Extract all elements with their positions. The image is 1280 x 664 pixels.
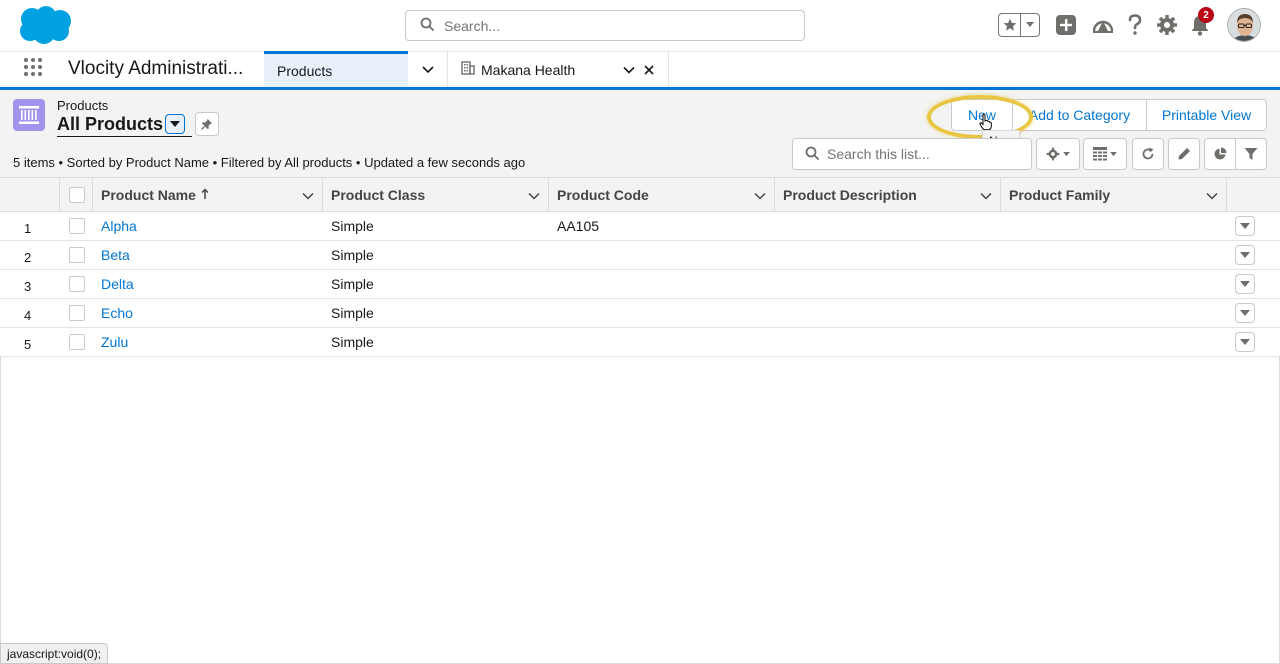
row-action-chevron-down-icon[interactable] [1235, 216, 1255, 236]
column-header-product-name[interactable]: Product Name [93, 178, 323, 212]
table-row[interactable]: 2 Beta Simple [0, 241, 1280, 270]
row-checkbox[interactable] [69, 218, 85, 234]
column-header-product-class[interactable]: Product Class [323, 178, 549, 212]
list-view-title-underline [57, 136, 192, 137]
chevron-down-icon[interactable] [302, 189, 314, 205]
row-action-chevron-down-icon[interactable] [1235, 332, 1255, 352]
product-object-icon [13, 99, 45, 131]
product-class-cell: Simple [331, 276, 374, 292]
favorites-button-group[interactable] [998, 13, 1040, 37]
plus-icon[interactable] [1054, 13, 1078, 37]
product-name-link[interactable]: Alpha [101, 218, 137, 234]
column-label: Product Description [783, 187, 917, 203]
printable-view-button[interactable]: Printable View [1147, 99, 1267, 131]
trailhead-icon[interactable] [1091, 13, 1115, 37]
row-number: 4 [24, 308, 32, 323]
column-header-product-code[interactable]: Product Code [549, 178, 775, 212]
list-view-meta: 5 items • Sorted by Product Name • Filte… [13, 155, 526, 170]
product-name-link[interactable]: Delta [101, 276, 134, 292]
row-action-chevron-down-icon[interactable] [1235, 303, 1255, 323]
column-label: Product Family [1009, 187, 1111, 203]
row-checkbox[interactable] [69, 247, 85, 263]
chevron-down-icon[interactable] [980, 189, 992, 205]
building-icon [461, 61, 475, 78]
table-row[interactable]: 1 Alpha Simple AA105 [0, 212, 1280, 241]
help-icon[interactable] [1123, 13, 1147, 37]
row-number-header [0, 178, 60, 212]
pin-icon[interactable] [195, 112, 219, 136]
global-search-placeholder: Search... [444, 17, 501, 34]
column-header-product-family[interactable]: Product Family [1001, 178, 1227, 212]
list-view-title[interactable]: All Products [57, 114, 163, 135]
tab-makana-health-label: Makana Health [481, 61, 576, 78]
row-number: 5 [24, 337, 32, 352]
chevron-down-icon[interactable] [754, 189, 766, 205]
row-number: 3 [24, 279, 32, 294]
product-class-cell: Simple [331, 218, 374, 234]
row-number: 2 [24, 250, 32, 265]
product-name-link[interactable]: Beta [101, 247, 130, 263]
column-label: Product Code [557, 187, 649, 203]
table-row[interactable]: 5 Zulu Simple [0, 328, 1280, 357]
tab-makana-health[interactable]: Makana Health [449, 51, 669, 88]
column-label: Product Name [101, 187, 196, 203]
product-class-cell: Simple [331, 334, 374, 350]
chart-icon[interactable] [1204, 138, 1236, 170]
notification-badge: 2 [1198, 7, 1214, 23]
app-name: Vlocity Administrati... [68, 58, 244, 79]
list-search-input[interactable]: Search this list... [792, 138, 1032, 170]
search-icon [805, 146, 819, 163]
display-as-table-icon[interactable] [1083, 138, 1127, 170]
add-to-category-button[interactable]: Add to Category [1013, 99, 1147, 131]
row-checkbox[interactable] [69, 334, 85, 350]
salesforce-cloud-logo[interactable] [16, 5, 74, 48]
product-class-cell: Simple [331, 247, 374, 263]
pencil-icon[interactable] [1168, 138, 1200, 170]
favorites-dropdown-icon[interactable] [1021, 14, 1039, 36]
row-number: 1 [24, 221, 32, 236]
gear-icon[interactable] [1155, 13, 1179, 37]
filter-icon[interactable] [1235, 138, 1267, 170]
global-header: Search... 2 [0, 0, 1280, 51]
tab-makana-chevron-down-icon[interactable] [623, 63, 635, 79]
app-launcher-icon[interactable] [24, 58, 46, 80]
browser-status-bar: javascript:void(0); [0, 643, 109, 664]
list-view-action-buttons: New Add to Category Printable View [951, 99, 1267, 131]
table-row[interactable]: 4 Echo Simple [0, 299, 1280, 328]
row-checkbox[interactable] [69, 305, 85, 321]
select-all-checkbox[interactable] [69, 187, 85, 203]
product-name-link[interactable]: Echo [101, 305, 133, 321]
list-search-placeholder: Search this list... [827, 146, 930, 162]
global-search-input[interactable]: Search... [405, 10, 805, 41]
object-label: Products [57, 98, 109, 113]
list-controls-gear-icon[interactable] [1036, 138, 1080, 170]
row-checkbox[interactable] [69, 276, 85, 292]
tab-products-menu-chevron-down-icon[interactable] [408, 51, 448, 88]
list-view-switcher-chevron-down-icon[interactable] [165, 114, 185, 134]
chevron-down-icon[interactable] [528, 189, 540, 205]
select-all-header [60, 178, 93, 212]
column-header-product-description[interactable]: Product Description [775, 178, 1001, 212]
sort-ascending-arrow-icon [201, 187, 209, 203]
row-action-chevron-down-icon[interactable] [1235, 245, 1255, 265]
product-class-cell: Simple [331, 305, 374, 321]
avatar[interactable] [1227, 8, 1261, 42]
tab-makana-close-icon[interactable] [643, 63, 655, 79]
column-label: Product Class [331, 187, 426, 203]
product-name-link[interactable]: Zulu [101, 334, 128, 350]
table-row[interactable]: 3 Delta Simple [0, 270, 1280, 299]
product-code-cell: AA105 [557, 218, 600, 234]
search-icon [420, 17, 434, 34]
tab-products[interactable]: Products [264, 51, 408, 88]
refresh-icon[interactable] [1132, 138, 1164, 170]
chevron-down-icon[interactable] [1206, 189, 1218, 205]
star-icon[interactable] [999, 14, 1021, 36]
row-action-chevron-down-icon[interactable] [1235, 274, 1255, 294]
